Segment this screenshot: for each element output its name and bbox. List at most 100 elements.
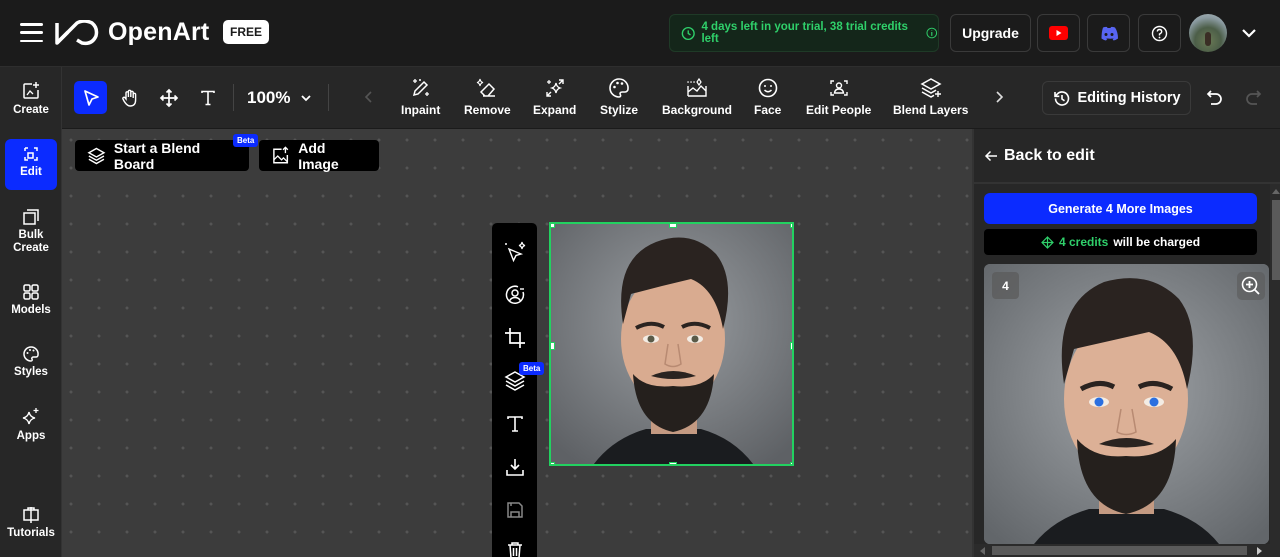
delete-tool[interactable] (502, 537, 527, 557)
background-icon (687, 77, 707, 97)
youtube-button[interactable] (1037, 14, 1080, 52)
undo-icon[interactable] (1206, 89, 1224, 107)
resize-handle-top-left[interactable] (551, 224, 555, 228)
credits-notice: 4 credits will be charged (984, 229, 1257, 255)
canvas[interactable]: Start a Blend Board Beta Add Image Beta (62, 129, 972, 557)
sidebar-item-edit[interactable]: Edit (5, 139, 57, 190)
layers-icon (87, 147, 106, 164)
openart-logo-icon (55, 19, 99, 45)
history-icon (1054, 90, 1070, 106)
sidebar-item-models[interactable]: Models (5, 277, 57, 323)
face-icon (758, 78, 777, 98)
feature-stylize[interactable]: Stylize (600, 77, 638, 117)
results-panel: Back to edit Generate 4 More Images 4 cr… (972, 129, 1280, 557)
magic-select-tool[interactable] (502, 239, 527, 264)
feature-remove[interactable]: Remove (464, 77, 511, 117)
resize-handle-top-right[interactable] (790, 224, 792, 228)
scroll-up-icon[interactable] (1272, 188, 1280, 194)
user-avatar[interactable] (1189, 14, 1227, 52)
arrow-left-icon (984, 150, 997, 162)
crop-tool[interactable] (502, 325, 527, 350)
sidebar-item-styles[interactable]: Styles (5, 339, 57, 385)
generate-more-button[interactable]: Generate 4 More Images (984, 193, 1257, 224)
feature-face[interactable]: Face (754, 77, 781, 117)
download-tool[interactable] (502, 454, 527, 479)
scroll-left-icon[interactable] (979, 547, 985, 555)
add-image-icon (273, 145, 289, 163)
chevron-down-icon[interactable] (300, 93, 312, 103)
upgrade-button[interactable]: Upgrade (950, 14, 1031, 52)
start-blend-board-button[interactable]: Start a Blend Board (75, 140, 249, 172)
move-tool[interactable] (152, 81, 185, 114)
sidebar-label: Styles (14, 366, 48, 378)
hand-tool[interactable] (113, 81, 146, 114)
feature-label: Inpaint (401, 103, 441, 117)
divider (233, 84, 234, 111)
resize-handle-bottom[interactable] (669, 462, 677, 464)
zoom-in-button[interactable] (1237, 272, 1265, 300)
save-tool[interactable] (502, 497, 527, 522)
discord-button[interactable] (1087, 14, 1130, 52)
canvas-image[interactable] (549, 222, 794, 466)
text-tool[interactable] (502, 411, 527, 436)
add-image-button[interactable]: Add Image (259, 140, 379, 172)
zoom-level[interactable]: 100% (247, 88, 290, 108)
credit-gem-icon (1041, 235, 1054, 249)
models-icon (23, 284, 39, 300)
resize-handle-left[interactable] (551, 342, 555, 350)
sidebar-label: Tutorials (7, 527, 55, 539)
credits-suffix: will be charged (1113, 235, 1201, 249)
sidebar-label: Edit (20, 166, 42, 178)
clock-icon (681, 26, 695, 40)
resize-handle-top[interactable] (669, 224, 677, 228)
select-tool[interactable] (74, 81, 107, 114)
feature-blend-layers[interactable]: Blend Layers (893, 77, 968, 117)
chevron-left-icon[interactable] (363, 89, 375, 105)
feature-label: Background (662, 103, 733, 117)
feature-label: Blend Layers (893, 103, 969, 117)
sidebar-item-apps[interactable]: Apps (5, 401, 57, 449)
text-tool[interactable] (191, 81, 224, 114)
resize-handle-bottom-right[interactable] (790, 462, 792, 464)
chevron-right-icon[interactable] (993, 89, 1005, 105)
trash-icon (507, 541, 522, 557)
resize-handle-right[interactable] (790, 342, 792, 350)
feature-edit-people[interactable]: Edit People (806, 77, 871, 117)
top-bar: OpenArt FREE 4 days left in your trial, … (0, 0, 1280, 67)
help-button[interactable] (1138, 14, 1181, 52)
sidebar-item-bulk-create[interactable]: Bulk Create (5, 202, 57, 261)
sidebar-label: Bulk Create (13, 229, 49, 254)
editing-history-button[interactable]: Editing History (1042, 81, 1191, 115)
back-to-edit-button[interactable]: Back to edit (984, 147, 1095, 165)
result-portrait-image (984, 264, 1269, 544)
sidebar-item-tutorials[interactable]: Tutorials (5, 500, 57, 546)
feature-inpaint[interactable]: Inpaint (401, 77, 440, 117)
logo[interactable]: OpenArt (54, 18, 209, 47)
sidebar-label: Create (13, 104, 49, 116)
menu-icon[interactable] (20, 23, 43, 42)
divider (974, 182, 1280, 184)
redo-icon[interactable] (1244, 89, 1262, 107)
scrollbar-thumb[interactable] (1272, 200, 1280, 280)
crop-icon (504, 327, 525, 348)
chevron-down-icon[interactable] (1240, 24, 1258, 42)
trial-banner[interactable]: 4 days left in your trial, 38 trial cred… (669, 14, 939, 52)
sidebar-item-create[interactable]: Create (5, 75, 57, 123)
scroll-right-icon[interactable] (1257, 547, 1263, 555)
back-label: Back to edit (1004, 147, 1095, 164)
resize-handle-bottom-left[interactable] (551, 462, 555, 464)
result-image-card[interactable]: 4 (984, 264, 1269, 544)
scrollbar-thumb[interactable] (992, 546, 1247, 555)
info-icon[interactable] (926, 27, 938, 39)
portrait-image (551, 224, 792, 464)
feature-label: Stylize (600, 103, 639, 117)
face-swap-tool[interactable] (502, 282, 527, 307)
feature-expand[interactable]: Expand (533, 77, 576, 117)
result-number-badge: 4 (992, 272, 1019, 299)
horizontal-scrollbar[interactable] (974, 544, 1270, 557)
editor-toolbar: 100% Inpaint Remove Expand Stylize Backg… (62, 67, 1280, 129)
beta-badge: Beta (519, 362, 545, 375)
feature-background[interactable]: Background (662, 77, 732, 117)
youtube-icon (1049, 26, 1068, 40)
vertical-scrollbar[interactable] (1270, 184, 1280, 557)
